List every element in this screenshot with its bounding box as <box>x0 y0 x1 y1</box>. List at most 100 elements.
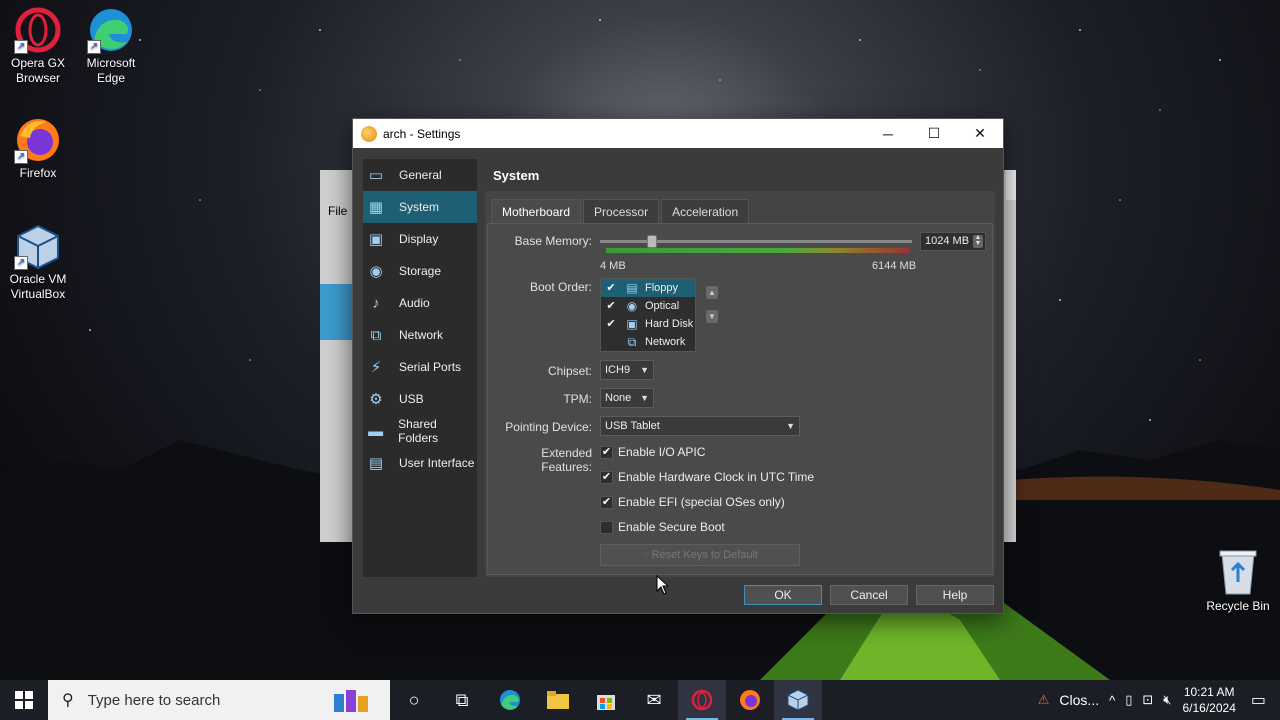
base-memory-slider[interactable] <box>600 235 912 248</box>
spin-arrows-icon[interactable]: ▲ ▼ <box>973 234 983 248</box>
io-apic-checkbox[interactable]: ✔ Enable I/O APIC <box>600 445 705 459</box>
taskbar: ⚲ Type here to search ○ ⧉ ✉ ⚠ Clos... ^ … <box>0 680 1280 720</box>
maximize-button[interactable]: ☐ <box>911 119 957 148</box>
desktop-icon-opera-gx[interactable]: ↗ Opera GX Browser <box>0 6 76 86</box>
search-icon: ⚲ <box>62 692 74 709</box>
help-button[interactable]: Help <box>916 585 994 605</box>
recycle-bin-icon <box>1219 550 1257 595</box>
task-view-cortana-button[interactable]: ○ <box>390 680 438 720</box>
boot-item-hard-disk[interactable]: ✔ ▣ Hard Disk <box>601 315 695 333</box>
checkmark-icon[interactable]: ✔ <box>605 300 617 312</box>
secure-boot-checkbox[interactable]: Enable Secure Boot <box>600 520 725 534</box>
taskbar-edge[interactable] <box>486 680 534 720</box>
edge-icon <box>500 690 520 710</box>
dialog-titlebar[interactable]: arch - Settings ─ ☐ ✕ <box>353 119 1003 148</box>
cancel-button[interactable]: Cancel <box>830 585 908 605</box>
memory-max-label: 6144 MB <box>872 260 917 272</box>
tab-processor[interactable]: Processor <box>583 199 660 223</box>
taskbar-file-explorer[interactable] <box>534 680 582 720</box>
opera-gx-icon: ↗ <box>14 6 62 54</box>
taskbar-firefox[interactable] <box>726 680 774 720</box>
boot-item-label: Hard Disk <box>645 318 694 330</box>
tab-acceleration[interactable]: Acceleration <box>661 199 750 223</box>
move-up-button[interactable]: ▲ <box>706 286 718 299</box>
taskbar-store[interactable] <box>582 680 630 720</box>
chevron-up-icon[interactable]: ^ <box>1109 693 1115 708</box>
dialog-title: arch - Settings <box>383 126 461 141</box>
sidebar-item-label: Shared Folders <box>398 417 439 445</box>
sidebar-item-label: Audio <box>399 296 430 310</box>
storage-icon: ◉ <box>369 263 383 280</box>
checkmark-icon[interactable]: ✔ <box>600 495 613 509</box>
manager-scrollbar[interactable] <box>1006 170 1016 200</box>
base-memory-slider-thumb[interactable] <box>647 235 658 248</box>
recycle-bin-label: Recycle Bin <box>1206 599 1270 613</box>
minimize-button[interactable]: ─ <box>865 119 911 148</box>
tpm-label: TPM: <box>563 392 592 406</box>
sidebar-item-system[interactable]: ▦ System <box>363 191 477 223</box>
taskbar-search-box[interactable]: ⚲ Type here to search <box>48 680 390 720</box>
desktop-icon-label: Microsoft Edge <box>86 56 136 85</box>
task-view-button[interactable]: ⧉ <box>438 680 486 720</box>
sidebar-item-serial-ports[interactable]: ⚡ Serial Ports <box>363 351 477 383</box>
desktop-icon-edge[interactable]: ↗ Microsoft Edge <box>73 6 149 86</box>
desktop-icon-recycle-bin[interactable]: Recycle Bin <box>1202 548 1274 613</box>
ok-button[interactable]: OK <box>744 585 822 605</box>
network-icon[interactable]: ⊡ <box>1142 692 1153 708</box>
sidebar-item-label: Serial Ports <box>399 360 462 374</box>
tray-notification-text[interactable]: Clos... <box>1059 692 1099 708</box>
taskbar-mail[interactable]: ✉ <box>630 680 678 720</box>
start-button[interactable] <box>0 680 48 720</box>
checkmark-icon[interactable]: ✔ <box>605 318 617 330</box>
boot-order-list[interactable]: ✔ ▤ Floppy ✔ ◉ Optical ✔ ▣ Hard Disk ⧉ Network <box>600 278 696 352</box>
sidebar-item-general[interactable]: ▭ General <box>363 159 477 191</box>
checkmark-icon[interactable]: ✔ <box>600 445 613 459</box>
desktop-icon-virtualbox[interactable]: ↗ Oracle VM VirtualBox <box>0 222 76 302</box>
utc-clock-checkbox[interactable]: ✔ Enable Hardware Clock in UTC Time <box>600 470 814 484</box>
sidebar-item-user-interface[interactable]: ▤ User Interface <box>363 447 477 479</box>
unchecked-box[interactable] <box>605 336 617 348</box>
sidebar-item-shared-folders[interactable]: ▬ Shared Folders <box>363 415 477 447</box>
tab-motherboard[interactable]: Motherboard <box>491 199 582 223</box>
volume-muted-icon[interactable]: 🔇︎ <box>1163 692 1171 708</box>
manager-selected-vm[interactable] <box>320 284 352 340</box>
taskbar-opera-gx[interactable] <box>678 680 726 720</box>
sidebar-item-storage[interactable]: ◉ Storage <box>363 255 477 287</box>
chipset-label: Chipset: <box>547 364 592 378</box>
pointing-device-value: USB Tablet <box>605 420 660 432</box>
edge-icon: ↗ <box>87 6 135 54</box>
pointing-device-select[interactable]: USB Tablet ▼ <box>600 416 800 436</box>
boot-item-floppy[interactable]: ✔ ▤ Floppy <box>601 279 695 297</box>
boot-item-optical[interactable]: ✔ ◉ Optical <box>601 297 695 315</box>
boot-item-label: Floppy <box>645 282 679 294</box>
reset-keys-button[interactable]: ◌ Reset Keys to Default <box>600 544 800 566</box>
notification-center-icon[interactable]: ▭ <box>1251 690 1266 710</box>
taskbar-virtualbox[interactable] <box>774 680 822 720</box>
checkmark-icon[interactable]: ✔ <box>605 282 617 294</box>
efi-checkbox[interactable]: ✔ Enable EFI (special OSes only) <box>600 495 785 509</box>
network-icon: ⧉ <box>370 326 382 344</box>
floppy-icon: ▤ <box>626 281 638 295</box>
sidebar-item-usb[interactable]: ⚙ USB <box>363 383 477 415</box>
unchecked-box[interactable] <box>600 520 613 534</box>
desktop-icon-firefox[interactable]: ↗ Firefox <box>0 116 76 181</box>
file-menu[interactable]: File <box>328 204 347 218</box>
move-down-button[interactable]: ▼ <box>706 310 718 323</box>
memory-scale-bar <box>606 248 910 253</box>
tpm-select[interactable]: None ▼ <box>600 388 654 408</box>
virtualbox-icon <box>787 689 809 711</box>
sidebar-item-network[interactable]: ⧉ Network <box>363 319 477 351</box>
checkbox-label: Enable Hardware Clock in UTC Time <box>618 470 815 484</box>
chipset-select[interactable]: ICH9 ▼ <box>600 360 654 380</box>
sidebar-item-audio[interactable]: ♪ Audio <box>363 287 477 319</box>
sidebar-item-label: USB <box>399 392 424 406</box>
checkmark-icon[interactable]: ✔ <box>600 470 613 484</box>
taskbar-clock[interactable]: 10:21 AM 6/16/2024 <box>1182 684 1235 716</box>
sidebar-item-display[interactable]: ▣ Display <box>363 223 477 255</box>
device-icon[interactable]: ▯ <box>1125 692 1132 708</box>
close-button[interactable]: ✕ <box>957 119 1003 148</box>
car-alert-icon[interactable]: ⚠ <box>1038 692 1050 708</box>
base-memory-spinbox[interactable]: 1024 MB ▲ ▼ <box>920 232 986 251</box>
boot-item-network[interactable]: ⧉ Network <box>601 333 695 351</box>
folder-icon <box>547 691 569 709</box>
